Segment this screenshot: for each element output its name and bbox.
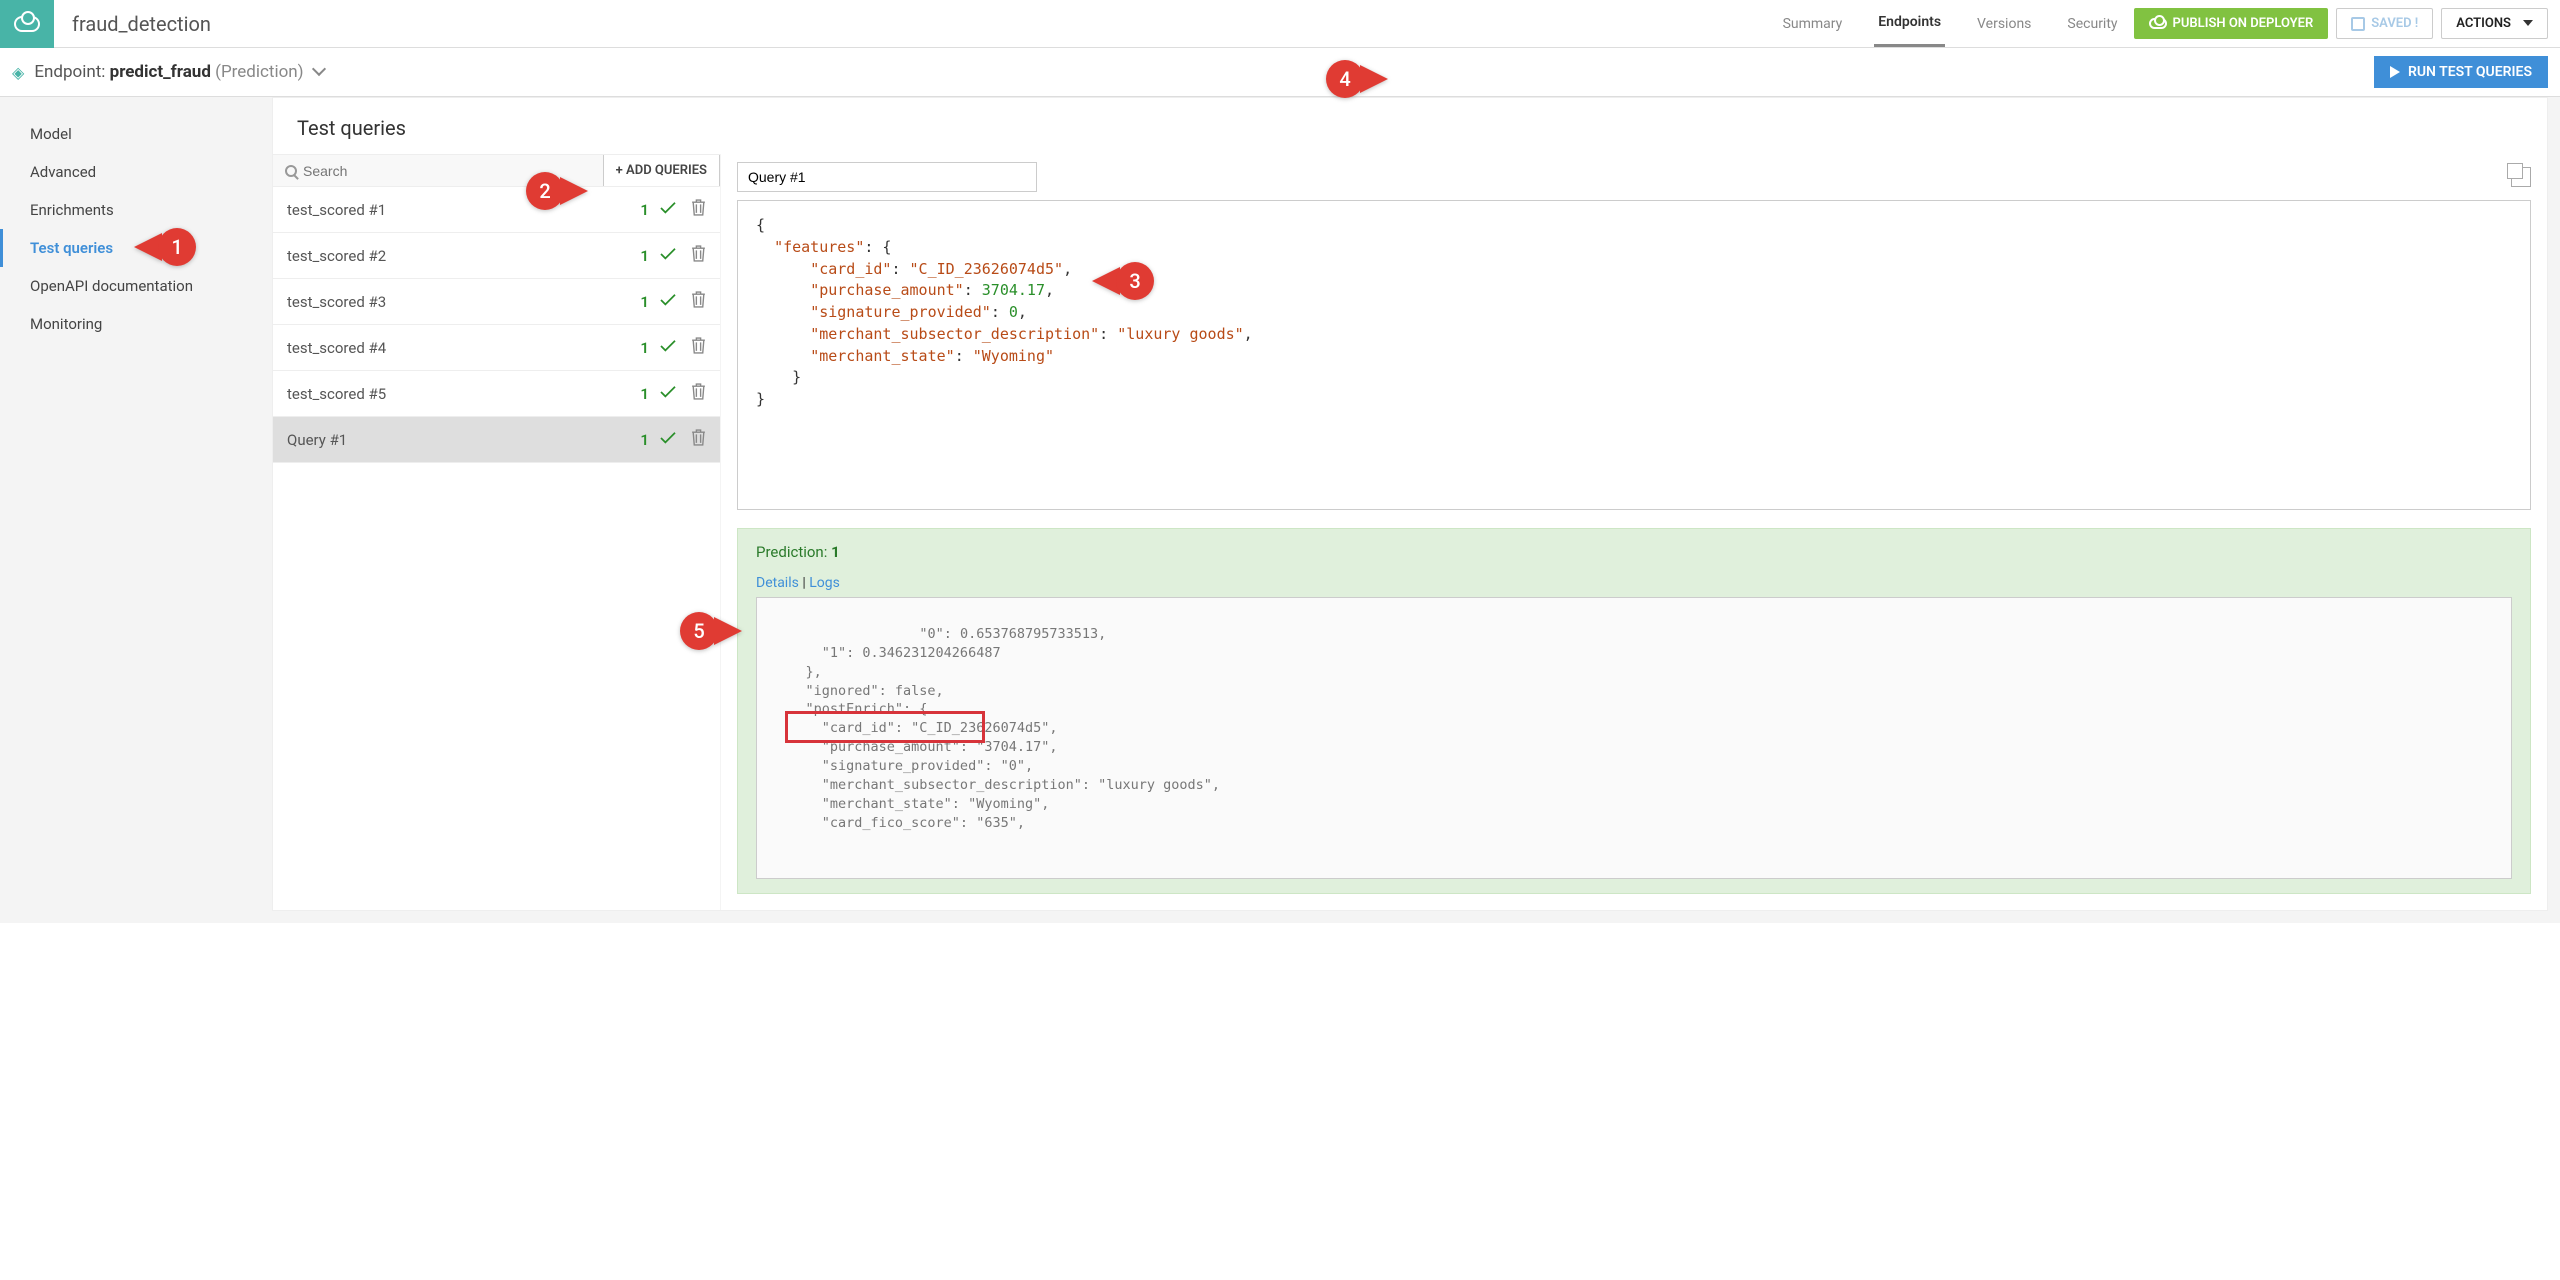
endpoint-selector[interactable]: Endpoint: predict_fraud (Prediction) xyxy=(34,62,324,82)
query-row-count: 1 xyxy=(640,339,649,357)
page-title: fraud_detection xyxy=(54,12,211,36)
query-row-name: test_scored #3 xyxy=(287,293,640,311)
trash-icon[interactable] xyxy=(691,337,706,358)
prediction-panel: Prediction: 1 Details | Logs "0": 0.6537… xyxy=(737,528,2531,894)
sidebar-item-monitoring[interactable]: Monitoring xyxy=(0,305,272,343)
body: Model Advanced Enrichments Test queries … xyxy=(0,97,2560,923)
cloud-icon xyxy=(2149,18,2167,29)
check-icon xyxy=(659,339,677,357)
endpoint-type: (Prediction) xyxy=(215,62,303,82)
main-panel: Test queries + ADD QUERIES test_scored #… xyxy=(272,97,2548,911)
copy-icon[interactable] xyxy=(2511,167,2531,187)
query-row-name: test_scored #2 xyxy=(287,247,640,265)
play-icon xyxy=(2390,66,2400,78)
app-logo xyxy=(0,0,54,48)
actions-dropdown[interactable]: ACTIONS xyxy=(2441,8,2548,39)
chevron-down-icon xyxy=(2523,20,2533,26)
prediction-result-code: "0": 0.653768795733513, "1": 0.346231204… xyxy=(756,597,2512,879)
prediction-value: 1 xyxy=(831,543,840,561)
saved-label: SAVED ! xyxy=(2371,16,2418,31)
prediction-header: Prediction: 1 xyxy=(756,543,2512,561)
query-row-name: test_scored #4 xyxy=(287,339,640,357)
endpoint-name: predict_fraud xyxy=(110,62,211,82)
saved-indicator: SAVED ! xyxy=(2336,8,2433,39)
search-row: + ADD QUERIES xyxy=(273,154,720,187)
trash-icon[interactable] xyxy=(691,245,706,266)
run-label: RUN TEST QUERIES xyxy=(2408,64,2532,80)
top-tabs: Summary Endpoints Versions Security xyxy=(1779,0,2134,48)
query-row[interactable]: Query #11 xyxy=(273,417,720,463)
query-row-count: 1 xyxy=(640,385,649,403)
check-icon xyxy=(659,201,677,219)
publish-label: PUBLISH ON DEPLOYER xyxy=(2173,16,2314,31)
details-link[interactable]: Details xyxy=(756,575,799,591)
add-queries-button[interactable]: + ADD QUERIES xyxy=(603,155,720,186)
query-row-count: 1 xyxy=(640,293,649,311)
run-test-queries-button[interactable]: RUN TEST QUERIES xyxy=(2374,56,2548,88)
highlight-box xyxy=(785,711,985,743)
trash-icon[interactable] xyxy=(691,199,706,220)
check-icon xyxy=(659,385,677,403)
sidebar-item-model[interactable]: Model xyxy=(0,115,272,153)
save-icon xyxy=(2351,17,2365,31)
query-name-input[interactable] xyxy=(737,162,1037,192)
endpoint-bar: ◈ Endpoint: predict_fraud (Prediction) R… xyxy=(0,48,2560,97)
query-row[interactable]: test_scored #31 xyxy=(273,279,720,325)
actions-label: ACTIONS xyxy=(2456,16,2511,31)
tab-security[interactable]: Security xyxy=(2063,2,2121,46)
sidebar-item-advanced[interactable]: Advanced xyxy=(0,153,272,191)
query-list-panel: + ADD QUERIES test_scored #11test_scored… xyxy=(273,154,721,910)
query-row-name: test_scored #5 xyxy=(287,385,640,403)
query-row-count: 1 xyxy=(640,201,649,219)
callout-3: 3 xyxy=(1092,262,1154,300)
search-icon xyxy=(285,165,297,177)
trash-icon[interactable] xyxy=(691,429,706,450)
check-icon xyxy=(659,293,677,311)
callout-4: 4 xyxy=(1326,60,1388,98)
tab-versions[interactable]: Versions xyxy=(1973,2,2035,46)
check-icon xyxy=(659,247,677,265)
query-row[interactable]: test_scored #41 xyxy=(273,325,720,371)
sidebar-item-openapi[interactable]: OpenAPI documentation xyxy=(0,267,272,305)
chevron-down-icon xyxy=(312,62,326,76)
prediction-label: Prediction: xyxy=(756,543,827,561)
query-row-name: Query #1 xyxy=(287,431,640,449)
top-bar: fraud_detection Summary Endpoints Versio… xyxy=(0,0,2560,48)
top-actions: PUBLISH ON DEPLOYER SAVED ! ACTIONS xyxy=(2134,8,2560,39)
query-name-row xyxy=(737,154,2531,200)
trash-icon[interactable] xyxy=(691,291,706,312)
main-columns: + ADD QUERIES test_scored #11test_scored… xyxy=(273,154,2547,910)
endpoint-prefix: Endpoint: xyxy=(34,62,105,82)
callout-2: 2 xyxy=(526,172,588,210)
main-title: Test queries xyxy=(273,98,2547,154)
query-list: test_scored #11test_scored #21test_score… xyxy=(273,187,720,463)
query-detail-panel: { "features": { "card_id": "C_ID_2362607… xyxy=(721,154,2547,910)
cloud-icon xyxy=(14,16,40,32)
endpoint-icon: ◈ xyxy=(12,63,24,82)
trash-icon[interactable] xyxy=(691,383,706,404)
check-icon xyxy=(659,431,677,449)
callout-1: 1 xyxy=(134,228,196,266)
logs-link[interactable]: Logs xyxy=(809,575,840,591)
query-row-count: 1 xyxy=(640,247,649,265)
callout-5: 5 xyxy=(680,612,742,650)
query-row-count: 1 xyxy=(640,431,649,449)
query-row[interactable]: test_scored #21 xyxy=(273,233,720,279)
tab-summary[interactable]: Summary xyxy=(1779,2,1847,46)
publish-button[interactable]: PUBLISH ON DEPLOYER xyxy=(2134,8,2329,39)
sidebar-item-enrichments[interactable]: Enrichments xyxy=(0,191,272,229)
prediction-links: Details | Logs xyxy=(756,575,2512,591)
query-row[interactable]: test_scored #51 xyxy=(273,371,720,417)
tab-endpoints[interactable]: Endpoints xyxy=(1874,0,1945,47)
query-row[interactable]: test_scored #11 xyxy=(273,187,720,233)
query-body-editor[interactable]: { "features": { "card_id": "C_ID_2362607… xyxy=(737,200,2531,510)
